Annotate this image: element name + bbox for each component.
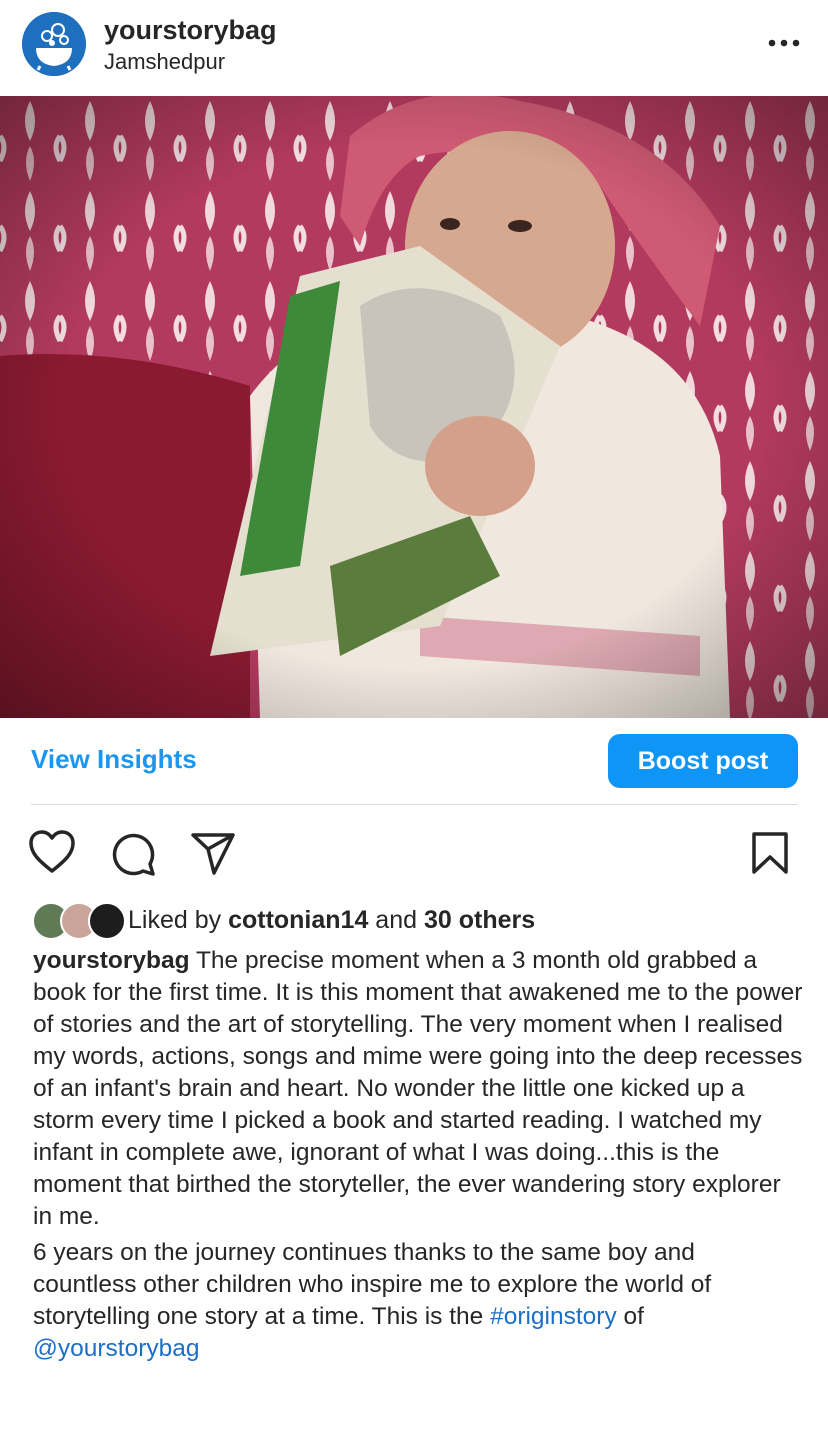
caption-paragraph-2: 6 years on the journey continues thanks … [33, 1237, 803, 1365]
post-header: yourstorybag Jamshedpur [0, 0, 828, 96]
post-location[interactable]: Jamshedpur [104, 49, 225, 75]
mention-link[interactable]: @yourstorybag [33, 1335, 200, 1362]
likes-others[interactable]: 30 others [424, 906, 535, 934]
hashtag-link[interactable]: #originstory [490, 1303, 617, 1330]
likes-prefix: Liked by [128, 905, 229, 934]
post-photo[interactable] [0, 96, 828, 718]
profile-avatar[interactable] [22, 12, 86, 76]
caption-paragraph-1: yourstorybag The precise moment when a 3… [33, 945, 803, 1233]
liker-avatar [88, 902, 126, 940]
divider [31, 804, 798, 805]
bookmark-icon[interactable] [750, 831, 790, 880]
caption-text-1: The precise moment when a 3 month old gr… [33, 947, 803, 1230]
likes-joiner: and [368, 905, 424, 934]
share-icon[interactable] [189, 831, 237, 882]
caption-username[interactable]: yourstorybag [33, 947, 190, 974]
ellipsis-icon[interactable] [764, 28, 804, 58]
likes-text: Liked by cottonian14 and 30 others [128, 906, 535, 935]
view-insights-link[interactable]: View Insights [31, 744, 197, 775]
caption-joiner: of [616, 1303, 644, 1330]
liker-avatars [32, 902, 126, 940]
post-caption: yourstorybag The precise moment when a 3… [33, 945, 803, 1365]
boost-post-button[interactable]: Boost post [608, 734, 798, 788]
heart-icon[interactable] [28, 829, 76, 880]
likes-row[interactable]: Liked by cottonian14 and 30 others [32, 900, 535, 940]
post-username[interactable]: yourstorybag [104, 15, 277, 46]
liker-username[interactable]: cottonian14 [228, 906, 368, 934]
comment-icon[interactable] [110, 831, 156, 882]
